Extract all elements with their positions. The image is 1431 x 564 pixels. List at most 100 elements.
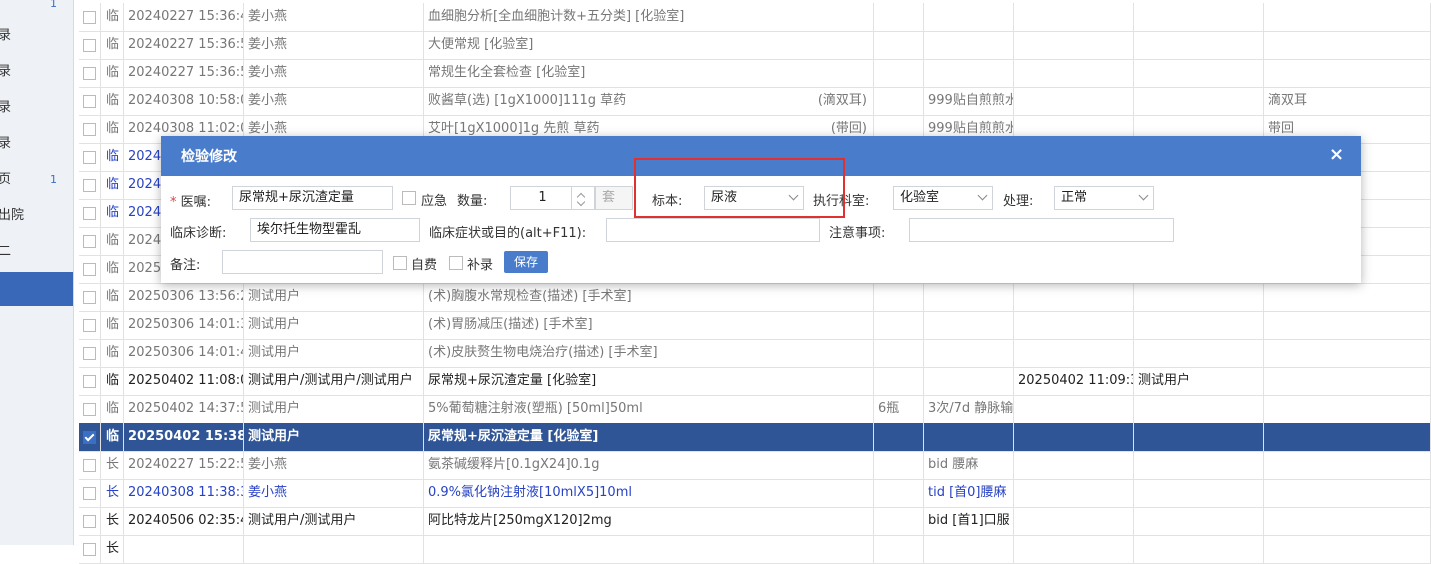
doctor-cell: 姜小燕: [244, 31, 424, 59]
table-row[interactable]: 临 20250306 14:01:45 测试用户 (术)皮肤赘生物电烧治疗(描述) […: [79, 339, 1431, 368]
doctor-cell: 测试用户: [244, 423, 424, 451]
sidebar-item[interactable]: 录: [0, 94, 73, 122]
sidebar-item-active[interactable]: [0, 272, 73, 306]
sidebar-item-label: 录: [0, 136, 12, 151]
order-type-cell-text: 临: [106, 93, 120, 108]
table-row[interactable]: 临 20250402 11:08:09 测试用户/测试用户/测试用户 尿常规+尿沉渣定…: [79, 367, 1431, 396]
sidebar-badge: 1: [50, 0, 57, 10]
sidebar-item[interactable]: 录: [0, 130, 73, 158]
row-checkbox[interactable]: [83, 375, 96, 388]
quantity-cell: [874, 423, 924, 451]
dept-select[interactable]: 化验室: [893, 186, 993, 210]
row-checkbox[interactable]: [83, 319, 96, 332]
sidebar-item-label: 出院: [0, 208, 25, 223]
table-row[interactable]: 临 20240227 15:36:42 姜小燕 血细胞分析[全血细胞计数+五分类] […: [79, 3, 1431, 32]
order-item-cell: 血细胞分析[全血细胞计数+五分类] [化验室]: [424, 3, 874, 31]
order-time-cell-text: 20240308 11:02:00: [128, 121, 244, 136]
remark-input[interactable]: [222, 250, 383, 274]
order-type-cell-text: 临: [106, 121, 120, 136]
row-checkbox[interactable]: [83, 235, 96, 248]
selfpay-label: 自费: [411, 258, 438, 273]
doctor-cell: 姜小燕: [244, 479, 424, 507]
row-checkbox[interactable]: [83, 487, 96, 500]
exec-time-cell: [1014, 535, 1134, 563]
row-checkbox[interactable]: [83, 151, 96, 164]
table-row[interactable]: 临 20250402 15:38:24 测试用户 尿常规+尿沉渣定量 [化验室]: [79, 423, 1431, 452]
order-type-cell-text: 临: [106, 261, 120, 276]
sidebar-item[interactable]: 录: [0, 58, 73, 86]
order-item-cell-text: 常规生化全套检查 [化验室]: [428, 65, 586, 80]
row-checkbox[interactable]: [83, 459, 96, 472]
row-checkbox[interactable]: [83, 263, 96, 276]
row-checkbox[interactable]: [83, 431, 96, 444]
note-cell: [1264, 367, 1431, 395]
row-checkbox[interactable]: [83, 291, 96, 304]
table-row[interactable]: 临 20240227 15:36:53 姜小燕 常规生化全套检查 [化验室]: [79, 59, 1431, 88]
urgent-checkbox[interactable]: [402, 191, 416, 205]
row-checkbox[interactable]: [83, 39, 96, 52]
attention-input[interactable]: [909, 218, 1174, 242]
handle-select[interactable]: 正常: [1054, 186, 1154, 210]
supplement-checkbox[interactable]: [449, 256, 463, 270]
doctor-cell: 姜小燕: [244, 59, 424, 87]
table-row[interactable]: 临 20240308 10:58:00 姜小燕 败酱草(选) [1gX1000]111…: [79, 87, 1431, 116]
diagnosis-label: 临床诊断:: [170, 226, 227, 241]
doctor-cell-text: 姜小燕: [248, 65, 288, 80]
table-row[interactable]: 长: [79, 535, 1431, 564]
sidebar-item[interactable]: 1: [0, 0, 73, 18]
order-time-cell: 20240227 15:36:53: [124, 31, 244, 59]
doctor-cell: 姜小燕: [244, 451, 424, 479]
order-type-cell-text: 临: [106, 345, 120, 360]
row-checkbox[interactable]: [83, 11, 96, 24]
doctor-cell-text: 姜小燕: [248, 121, 288, 136]
sidebar-item[interactable]: 页 1: [0, 166, 73, 194]
doctor-cell: 测试用户/测试用户/测试用户: [244, 367, 424, 395]
row-checkbox-cell: [79, 451, 101, 479]
executor-cell: [1134, 535, 1264, 563]
table-row[interactable]: 长 20240506 02:35:41 测试用户/测试用户 阿比特龙片[250mgX1…: [79, 507, 1431, 536]
left-sidebar: 1 录 录 录 录 页 1 出院 二: [0, 0, 74, 545]
table-row[interactable]: 临 20240227 15:36:53 姜小燕 大便常规 [化验室]: [79, 31, 1431, 60]
row-checkbox[interactable]: [83, 515, 96, 528]
chevron-down-icon[interactable]: [576, 197, 586, 207]
executor-cell-text: 测试用户: [1138, 373, 1191, 388]
row-checkbox-cell: [79, 59, 101, 87]
diagnosis-input[interactable]: 埃尔托生物型霍乱: [250, 218, 420, 242]
row-checkbox[interactable]: [83, 123, 96, 136]
sidebar-item[interactable]: 录: [0, 22, 73, 50]
row-checkbox[interactable]: [83, 347, 96, 360]
doctor-cell: 测试用户: [244, 339, 424, 367]
row-checkbox[interactable]: [83, 95, 96, 108]
order-type-cell: 临: [101, 143, 124, 171]
note-cell: [1264, 59, 1431, 87]
row-checkbox[interactable]: [83, 207, 96, 220]
table-row[interactable]: 临 20250306 13:56:22 测试用户 (术)胸腹水常规检查(描述) [手术…: [79, 283, 1431, 312]
row-checkbox[interactable]: [83, 67, 96, 80]
executor-cell: [1134, 507, 1264, 535]
sidebar-item-label: 二: [0, 244, 12, 259]
table-row[interactable]: 长 20240308 11:38:32 姜小燕 0.9%氯化钠注射液[10mlX5]1…: [79, 479, 1431, 508]
row-checkbox[interactable]: [83, 403, 96, 416]
doctor-cell: 测试用户: [244, 395, 424, 423]
sidebar-item[interactable]: 出院: [0, 202, 73, 230]
table-row[interactable]: 临 20250306 14:01:30 测试用户 (术)胃肠减压(描述) [手术室]: [79, 311, 1431, 340]
selfpay-checkbox[interactable]: [393, 256, 407, 270]
order-input[interactable]: 尿常规+尿沉渣定量: [232, 186, 393, 210]
sidebar-item[interactable]: 二: [0, 238, 73, 266]
close-icon[interactable]: ×: [1329, 144, 1344, 165]
usage-cell: 999贴自煎煎水: [924, 87, 1014, 115]
row-checkbox[interactable]: [83, 179, 96, 192]
order-type-cell: 临: [101, 3, 124, 31]
table-row[interactable]: 长 20240227 15:22:54 姜小燕 氨茶碱缓释片[0.1gX24]0.1g…: [79, 451, 1431, 480]
executor-cell: [1134, 31, 1264, 59]
order-type-cell: 临: [101, 59, 124, 87]
executor-cell: [1134, 311, 1264, 339]
symptom-input[interactable]: [606, 218, 820, 242]
order-type-cell-text: 临: [106, 429, 120, 444]
order-type-cell-text: 临: [106, 373, 120, 388]
order-type-cell-text: 临: [106, 37, 120, 52]
order-item-cell-text: (术)胸腹水常规检查(描述) [手术室]: [428, 289, 632, 304]
save-button[interactable]: 保存: [504, 251, 549, 273]
table-row[interactable]: 临 20250402 14:37:53 测试用户 5%葡萄糖注射液(塑瓶) [50ml…: [79, 395, 1431, 424]
qty-stepper[interactable]: [571, 186, 592, 210]
